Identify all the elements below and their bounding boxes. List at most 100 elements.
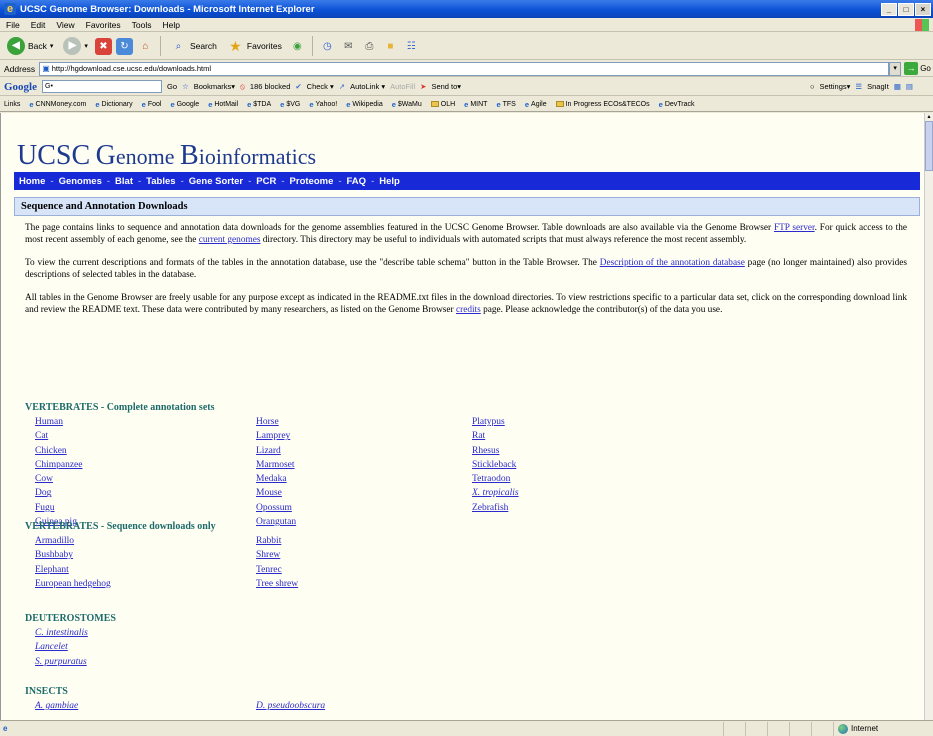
organism-link-fugu[interactable]: Fugu xyxy=(35,501,82,515)
link-agile[interactable]: e Agile xyxy=(525,100,547,109)
organism-link-rhesus[interactable]: Rhesus xyxy=(472,444,519,458)
google-sendto-button[interactable]: Send to▾ xyxy=(431,82,461,91)
popup-blocked-count[interactable]: 186 blocked xyxy=(250,82,290,91)
organism-link-cow[interactable]: Cow xyxy=(35,472,82,486)
organism-link-a-gambiae[interactable]: A. gambiae xyxy=(35,699,78,713)
link-vg[interactable]: e $VG xyxy=(280,100,300,109)
link-in-progress-ecos-tecos[interactable]: In Progress ECOs&TECOs xyxy=(555,100,650,109)
organism-link-lancelet[interactable]: Lancelet xyxy=(35,640,88,654)
nav-pcr[interactable]: PCR xyxy=(256,176,276,187)
maximize-button[interactable]: □ xyxy=(898,2,914,16)
search-button[interactable]: ⌕ Search xyxy=(167,35,220,57)
link-fool[interactable]: e Fool xyxy=(142,100,162,109)
organism-link-armadillo[interactable]: Armadillo xyxy=(35,534,111,548)
organism-link-horse[interactable]: Horse xyxy=(256,415,296,429)
nav-proteome[interactable]: Proteome xyxy=(290,176,334,187)
current-genomes-link[interactable]: current genomes xyxy=(199,235,261,245)
minimize-button[interactable]: _ xyxy=(881,2,897,16)
organism-link-c-intestinalis[interactable]: C. intestinalis xyxy=(35,626,88,640)
organism-link-chicken[interactable]: Chicken xyxy=(35,444,82,458)
organism-link-tetraodon[interactable]: Tetraodon xyxy=(472,472,519,486)
google-settings-button[interactable]: Settings▾ xyxy=(820,82,851,91)
organism-link-bushbaby[interactable]: Bushbaby xyxy=(35,548,111,562)
credits-link[interactable]: credits xyxy=(456,305,481,315)
organism-link-stickleback[interactable]: Stickleback xyxy=(472,458,519,472)
organism-link-shrew[interactable]: Shrew xyxy=(256,548,298,562)
link-cnnmoney-com[interactable]: e CNNMoney.com xyxy=(29,100,86,109)
organism-link-medaka[interactable]: Medaka xyxy=(256,472,296,486)
google-go-button[interactable]: Go xyxy=(167,82,177,91)
snagit-button[interactable]: SnagIt xyxy=(867,82,889,91)
nav-home[interactable]: Home xyxy=(19,176,45,187)
organism-link-chimpanzee[interactable]: Chimpanzee xyxy=(35,458,82,472)
stop-icon[interactable]: ✖ xyxy=(94,37,112,55)
link-wamu[interactable]: e $WaMu xyxy=(392,100,422,109)
organism-link-marmoset[interactable]: Marmoset xyxy=(256,458,296,472)
link-mint[interactable]: e MINT xyxy=(464,100,487,109)
menu-file[interactable]: File xyxy=(6,20,20,30)
link-devtrack[interactable]: e DevTrack xyxy=(659,100,695,109)
organism-link-elephant[interactable]: Elephant xyxy=(35,563,111,577)
ftp-server-link[interactable]: FTP server xyxy=(774,223,815,233)
scrollbar-thumb[interactable] xyxy=(925,121,933,171)
organism-link-orangutan[interactable]: Orangutan xyxy=(256,515,296,529)
link-yahoo[interactable]: e Yahoo! xyxy=(309,100,337,109)
go-button[interactable]: → Go xyxy=(904,62,931,75)
google-check-button[interactable]: Check ▾ xyxy=(307,82,334,91)
organism-link-rat[interactable]: Rat xyxy=(472,429,519,443)
organism-link-dog[interactable]: Dog xyxy=(35,486,82,500)
media-icon[interactable]: ◉ xyxy=(289,38,306,55)
back-button[interactable]: ◀ Back ▾ xyxy=(4,35,56,57)
link-google[interactable]: e Google xyxy=(170,100,199,109)
link-dictionary[interactable]: e Dictionary xyxy=(95,100,132,109)
nav-faq[interactable]: FAQ xyxy=(347,176,367,187)
organism-link-d-pseudoobscura[interactable]: D. pseudoobscura xyxy=(256,699,325,713)
menu-help[interactable]: Help xyxy=(162,20,179,30)
mail-icon[interactable]: ✉ xyxy=(340,38,357,55)
link-wikipedia[interactable]: e Wikipedia xyxy=(346,100,383,109)
menu-view[interactable]: View xyxy=(56,20,74,30)
google-search-input[interactable]: G• xyxy=(42,80,162,93)
organism-link-lamprey[interactable]: Lamprey xyxy=(256,429,296,443)
history-icon[interactable]: ◷ xyxy=(319,38,336,55)
google-bookmarks-button[interactable]: Bookmarks▾ xyxy=(194,82,235,91)
organism-link-european-hedgehog[interactable]: European hedgehog xyxy=(35,577,111,591)
link-tfs[interactable]: e TFS xyxy=(496,100,515,109)
google-autofill-button[interactable]: AutoFill xyxy=(390,82,415,91)
favorites-button[interactable]: ★ Favorites xyxy=(224,35,285,57)
organism-link-x-tropicalis[interactable]: X. tropicalis xyxy=(472,486,519,500)
menu-favorites[interactable]: Favorites xyxy=(86,20,121,30)
organism-link-cat[interactable]: Cat xyxy=(35,429,82,443)
organism-link-zebrafish[interactable]: Zebrafish xyxy=(472,501,519,515)
address-dropdown[interactable]: ▾ xyxy=(889,61,902,76)
organism-link-lizard[interactable]: Lizard xyxy=(256,444,296,458)
google-autolink-button[interactable]: AutoLink ▾ xyxy=(350,82,385,91)
capture-icon[interactable]: ▦ xyxy=(894,82,901,91)
refresh-icon[interactable]: ↻ xyxy=(115,37,133,55)
forward-button[interactable]: ▶ ▾ xyxy=(60,35,91,57)
nav-gene-sorter[interactable]: Gene Sorter xyxy=(189,176,243,187)
organism-link-s-purpuratus[interactable]: S. purpuratus xyxy=(35,655,88,669)
messenger-icon[interactable]: ☷ xyxy=(403,38,420,55)
link-hotmail[interactable]: e HotMail xyxy=(208,100,238,109)
organism-link-mouse[interactable]: Mouse xyxy=(256,486,296,500)
folder-icon[interactable]: ■ xyxy=(382,38,399,55)
organism-link-platypus[interactable]: Platypus xyxy=(472,415,519,429)
link-tda[interactable]: e $TDA xyxy=(247,100,271,109)
nav-blat[interactable]: Blat xyxy=(115,176,133,187)
home-icon[interactable]: ⌂ xyxy=(137,38,154,55)
nav-genomes[interactable]: Genomes xyxy=(59,176,102,187)
organism-link-tenrec[interactable]: Tenrec xyxy=(256,563,298,577)
menu-edit[interactable]: Edit xyxy=(31,20,46,30)
annotation-db-description-link[interactable]: Description of the annotation database xyxy=(600,258,745,268)
organism-link-opossum[interactable]: Opossum xyxy=(256,501,296,515)
vertical-scrollbar[interactable]: ▴ xyxy=(924,113,933,720)
link-olh[interactable]: OLH xyxy=(430,100,455,109)
organism-link-tree-shrew[interactable]: Tree shrew xyxy=(256,577,298,591)
organism-link-human[interactable]: Human xyxy=(35,415,82,429)
close-button[interactable]: × xyxy=(915,2,931,16)
scroll-up-arrow-icon[interactable]: ▴ xyxy=(925,113,933,121)
nav-help[interactable]: Help xyxy=(379,176,400,187)
nav-tables[interactable]: Tables xyxy=(146,176,175,187)
menu-tools[interactable]: Tools xyxy=(132,20,152,30)
